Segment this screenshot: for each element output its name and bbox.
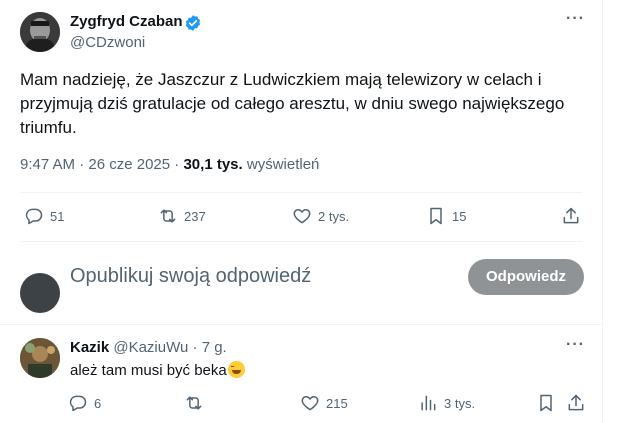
divider (0, 324, 602, 325)
author-handle[interactable]: @CDzwoni (70, 34, 145, 51)
like-action-button[interactable]: 215 (300, 393, 348, 413)
reply-submit-button[interactable]: Odpowiedz (468, 259, 584, 295)
views-chart-icon (421, 395, 436, 411)
reply-time[interactable]: 7 g. (202, 339, 227, 356)
like-count: 2 tys. (318, 208, 350, 224)
tweet-time[interactable]: 9:47 AM (20, 156, 75, 173)
views-count: 3 tys. (444, 395, 476, 411)
like-action-button[interactable]: 2 tys. (292, 206, 349, 226)
more-dots-icon[interactable]: ··· (566, 336, 585, 354)
reply-input[interactable]: Opublikuj swoją odpowiedź (70, 265, 311, 288)
repost-action-button[interactable] (184, 393, 210, 413)
grinning-squinting-face-icon (227, 361, 245, 378)
views-action-button[interactable]: 3 tys. (418, 393, 475, 413)
like-count: 215 (326, 395, 348, 411)
bookmark-icon (540, 394, 552, 412)
bookmark-count: 15 (452, 208, 467, 224)
reply-author-name[interactable]: Kazik (70, 339, 109, 356)
repost-count: 237 (184, 208, 206, 224)
divider (20, 241, 582, 242)
reply-count: 6 (94, 395, 102, 411)
reply-text: ależ tam musi być beka (70, 361, 245, 379)
meta-separator: · (79, 156, 85, 173)
share-action-button[interactable] (566, 393, 586, 413)
repost-icon (160, 209, 176, 223)
tweet-column: Zygfryd Czaban @CDzwoni ··· Mam nadzieję… (0, 0, 603, 423)
share-action-button[interactable] (561, 206, 581, 226)
user-avatar[interactable] (20, 273, 60, 313)
views-count[interactable]: 30,1 tys. (183, 156, 242, 173)
reply-icon (69, 395, 87, 412)
author-avatar[interactable] (20, 12, 60, 52)
reply-text-content: ależ tam musi być beka (70, 362, 227, 379)
reply-action-button[interactable]: 6 (68, 393, 101, 413)
repost-action-button[interactable]: 237 (158, 206, 206, 226)
divider (20, 192, 582, 193)
reply-header: Kazik @KaziuWu · 7 g. (70, 339, 227, 356)
author-name[interactable]: Zygfryd Czaban (70, 13, 183, 30)
reply-separator: · (192, 339, 198, 356)
share-icon (563, 207, 579, 224)
repost-icon (186, 396, 202, 410)
reply-icon (25, 208, 43, 225)
meta-separator: · (174, 156, 180, 173)
reply-author-avatar[interactable] (20, 338, 60, 378)
views-label[interactable]: wyświetleń (247, 156, 320, 173)
reply-action-button[interactable]: 51 (24, 206, 64, 226)
tweet-text: Mam nadzieję, że Jaszczur z Ludwiczkiem … (20, 70, 565, 137)
heart-icon (301, 396, 319, 411)
heart-icon (293, 209, 311, 224)
tweet-date[interactable]: 26 cze 2025 (88, 156, 170, 173)
reply-count: 51 (50, 208, 65, 224)
more-dots-icon[interactable]: ··· (566, 10, 585, 28)
reply-author-handle[interactable]: @KaziuWu (113, 339, 188, 356)
tweet-meta: 9:47 AM · 26 cze 2025 · 30,1 tys. wyświe… (20, 156, 319, 173)
share-icon (568, 394, 584, 411)
bookmark-icon (430, 207, 442, 225)
bookmark-action-button[interactable] (536, 393, 556, 413)
verified-badge-icon (185, 15, 201, 31)
bookmark-action-button[interactable]: 15 (426, 206, 466, 226)
